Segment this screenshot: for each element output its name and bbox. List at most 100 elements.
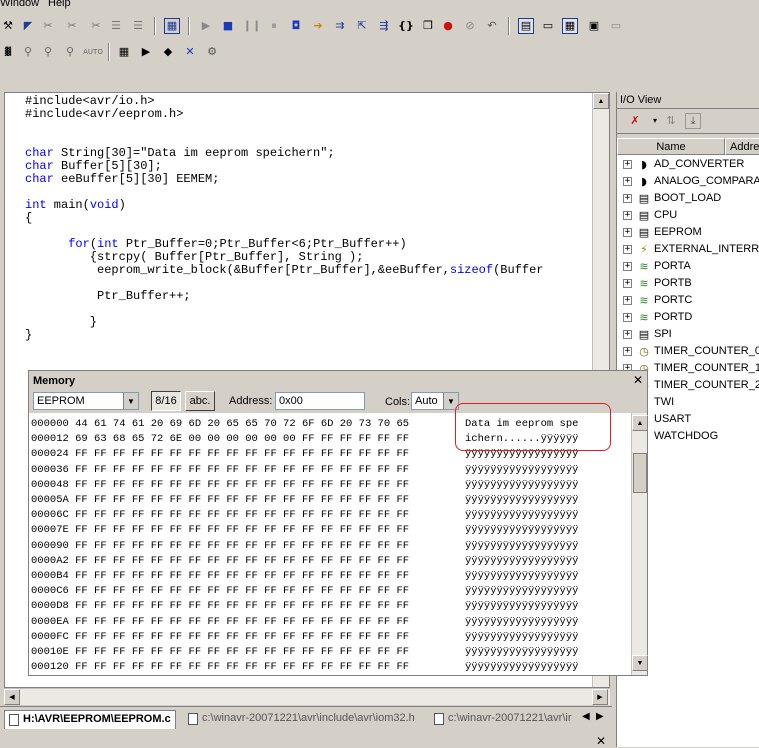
memory-row[interactable]: 00007E FF FF FF FF FF FF FF FF FF FF FF … <box>31 523 409 538</box>
io-item[interactable]: + ≋ PORTD <box>617 309 759 326</box>
expand-icon[interactable]: + <box>623 313 632 322</box>
build-all-icon[interactable]: ✂ <box>40 18 56 34</box>
expand-icon[interactable]: + <box>623 228 632 237</box>
chip-icon[interactable]: ▦ <box>116 44 132 60</box>
reset-icon[interactable]: ⏸ <box>266 18 282 34</box>
memory-ascii[interactable]: ÿÿÿÿÿÿÿÿÿÿÿÿÿÿÿÿÿÿ <box>465 539 578 554</box>
memory-row[interactable]: 00006C FF FF FF FF FF FF FF FF FF FF FF … <box>31 508 409 523</box>
run-icon[interactable]: ▶ <box>198 18 214 34</box>
io-item[interactable]: + ◗ ANALOG_COMPARATOR <box>617 173 759 190</box>
memory-hex[interactable]: FF FF FF FF FF FF FF FF FF FF FF FF FF F… <box>75 509 409 521</box>
undo-icon[interactable]: ↶ <box>484 18 500 34</box>
quickwatch-icon[interactable]: ❐ <box>420 18 436 34</box>
io-item[interactable]: + ▤ BOOT_LOAD <box>617 190 759 207</box>
cols-select[interactable]: Auto ▼ <box>411 392 459 410</box>
memory-hex-rows[interactable]: 000000 44 61 74 61 20 69 6D 20 65 65 70 … <box>31 417 409 675</box>
memory-ascii[interactable]: ÿÿÿÿÿÿÿÿÿÿÿÿÿÿÿÿÿÿ <box>465 508 578 523</box>
tab-iom32-h[interactable]: c:\winavr-20071221\avr\include\avr\iom32… <box>184 710 424 729</box>
memory-ascii[interactable]: ÿÿÿÿÿÿÿÿÿÿÿÿÿÿÿÿÿÿ <box>465 630 578 645</box>
memory-row[interactable]: 00005A FF FF FF FF FF FF FF FF FF FF FF … <box>31 493 409 508</box>
memory-hex[interactable]: FF FF FF FF FF FF FF FF FF FF FF FF FF F… <box>75 616 409 628</box>
io-item[interactable]: + ◗ AD_CONVERTER <box>617 156 759 173</box>
memory-hex[interactable]: FF FF FF FF FF FF FF FF FF FF FF FF FF F… <box>75 646 409 658</box>
io-item[interactable]: + ◷ TIMER_COUNTER_0 <box>617 343 759 360</box>
memory-hex[interactable]: FF FF FF FF FF FF FF FF FF FF FF FF FF F… <box>75 661 409 673</box>
dropdown-icon[interactable]: ▾ <box>647 113 663 129</box>
memory-ascii[interactable]: ÿÿÿÿÿÿÿÿÿÿÿÿÿÿÿÿÿÿ <box>465 615 578 630</box>
io-item[interactable]: + ▤ CPU <box>617 207 759 224</box>
memory-hex[interactable]: FF FF FF FF FF FF FF FF FF FF FF FF FF F… <box>75 555 409 567</box>
memory-hex[interactable]: FF FF FF FF FF FF FF FF FF FF FF FF FF F… <box>75 631 409 643</box>
tab-scroll-left-icon[interactable]: ◀ <box>582 711 590 722</box>
verify-icon[interactable]: ◆ <box>160 44 176 60</box>
io-item[interactable]: + ≋ PORTA <box>617 258 759 275</box>
memory-row[interactable]: 0000B4 FF FF FF FF FF FF FF FF FF FF FF … <box>31 569 409 584</box>
memory-ascii[interactable]: ÿÿÿÿÿÿÿÿÿÿÿÿÿÿÿÿÿÿ <box>465 599 578 614</box>
memory-row[interactable]: 0000C6 FF FF FF FF FF FF FF FF FF FF FF … <box>31 584 409 599</box>
ascii-toggle-button[interactable]: abc. <box>185 391 215 411</box>
expand-icon[interactable]: + <box>623 211 632 220</box>
scroll-down-arrow[interactable]: ▼ <box>632 655 648 671</box>
auto-step-icon[interactable]: {} <box>398 18 414 34</box>
break-icon[interactable]: ❙❙ <box>243 18 261 34</box>
disassembler-icon[interactable]: ▣ <box>586 18 602 34</box>
scroll-left-arrow[interactable]: ◀ <box>4 689 20 705</box>
code-line[interactable]: #include<avr/eeprom.h> <box>25 108 544 121</box>
tab-eeprom-c[interactable]: H:\AVR\EEPROM\EEPROM.c <box>4 710 176 729</box>
scroll-thumb[interactable] <box>633 453 647 493</box>
step-into-icon[interactable]: ➔ <box>310 18 326 34</box>
memory-hex[interactable]: FF FF FF FF FF FF FF FF FF FF FF FF FF F… <box>75 479 409 491</box>
memory-ascii[interactable]: ÿÿÿÿÿÿÿÿÿÿÿÿÿÿÿÿÿÿ <box>465 478 578 493</box>
expand-icon[interactable]: + <box>623 279 632 288</box>
code-line[interactable]: char eeBuffer[5][30] EEMEM; <box>25 173 544 186</box>
memory-window-icon[interactable]: ▦ <box>562 18 578 34</box>
word-size-button[interactable]: 8/16 <box>151 391 181 411</box>
memory-ascii[interactable]: ÿÿÿÿÿÿÿÿÿÿÿÿÿÿÿÿÿÿ <box>465 463 578 478</box>
memory-hex[interactable]: FF FF FF FF FF FF FF FF FF FF FF FF FF F… <box>75 600 409 612</box>
memory-hex[interactable]: FF FF FF FF FF FF FF FF FF FF FF FF FF F… <box>75 448 409 460</box>
memory-row[interactable]: 00010E FF FF FF FF FF FF FF FF FF FF FF … <box>31 645 409 660</box>
scroll-up-arrow[interactable]: ▲ <box>632 415 648 431</box>
expand-icon[interactable]: + <box>623 245 632 254</box>
clean-icon[interactable]: ✂ <box>88 18 104 34</box>
build-icon[interactable]: ◤ <box>20 18 36 34</box>
rebuild-icon[interactable]: ✂ <box>64 18 80 34</box>
run-to-cursor-icon[interactable]: ⇶ <box>376 18 392 34</box>
memory-row[interactable]: 000090 FF FF FF FF FF FF FF FF FF FF FF … <box>31 539 409 554</box>
breakpoint-icon[interactable]: ● <box>440 18 456 34</box>
memory-row[interactable]: 000048 FF FF FF FF FF FF FF FF FF FF FF … <box>31 478 409 493</box>
memory-hex[interactable]: FF FF FF FF FF FF FF FF FF FF FF FF FF F… <box>75 540 409 552</box>
expand-icon[interactable]: + <box>623 330 632 339</box>
memory-row[interactable]: 000012 69 63 68 65 72 6E 00 00 00 00 00 … <box>31 432 409 447</box>
scroll-right-arrow[interactable]: ▶ <box>592 689 608 705</box>
step-out-icon[interactable]: ⇱ <box>354 18 370 34</box>
memory-ascii[interactable]: ÿÿÿÿÿÿÿÿÿÿÿÿÿÿÿÿÿÿ <box>465 660 578 675</box>
code-line[interactable]: eeprom_write_block(&Buffer[Ptr_Buffer],&… <box>25 264 544 277</box>
close-icon[interactable]: ✕ <box>596 734 606 748</box>
memory-hex[interactable]: FF FF FF FF FF FF FF FF FF FF FF FF FF F… <box>75 585 409 597</box>
auto-icon[interactable]: AUTO <box>82 44 104 60</box>
code-line[interactable]: { <box>25 212 544 225</box>
memory-hex[interactable]: 44 61 74 61 20 69 6D 20 65 65 70 72 6F 6… <box>75 418 409 430</box>
menu-window[interactable]: Window <box>0 0 39 9</box>
expand-icon[interactable]: + <box>623 177 632 186</box>
code-line[interactable]: } <box>25 316 544 329</box>
editor-hscrollbar[interactable]: ◀ ▶ <box>4 688 610 705</box>
io-item[interactable]: + ≋ PORTB <box>617 275 759 292</box>
memory-hex[interactable]: FF FF FF FF FF FF FF FF FF FF FF FF FF F… <box>75 464 409 476</box>
memory-hex[interactable]: FF FF FF FF FF FF FF FF FF FF FF FF FF F… <box>75 570 409 582</box>
memory-ascii[interactable]: ÿÿÿÿÿÿÿÿÿÿÿÿÿÿÿÿÿÿ <box>465 493 578 508</box>
scroll-up-arrow[interactable]: ▲ <box>593 93 609 109</box>
memory-ascii[interactable]: ÿÿÿÿÿÿÿÿÿÿÿÿÿÿÿÿÿÿ <box>465 523 578 538</box>
code-line[interactable] <box>25 121 544 134</box>
processor-window-icon[interactable]: ▭ <box>608 18 624 34</box>
cancel-icon[interactable]: ✕ <box>182 44 198 60</box>
memory-row[interactable]: 000000 44 61 74 61 20 69 6D 20 65 65 70 … <box>31 417 409 432</box>
expand-icon[interactable]: + <box>623 262 632 271</box>
compile-icon[interactable]: ⚒ <box>0 18 16 34</box>
expand-icon[interactable]: + <box>623 194 632 203</box>
memory-row[interactable]: 000024 FF FF FF FF FF FF FF FF FF FF FF … <box>31 447 409 462</box>
io-item[interactable]: + ▤ SPI <box>617 326 759 343</box>
connect-icon[interactable]: ⚲ <box>20 44 36 60</box>
watch-window-icon[interactable]: ▤ <box>518 18 534 34</box>
